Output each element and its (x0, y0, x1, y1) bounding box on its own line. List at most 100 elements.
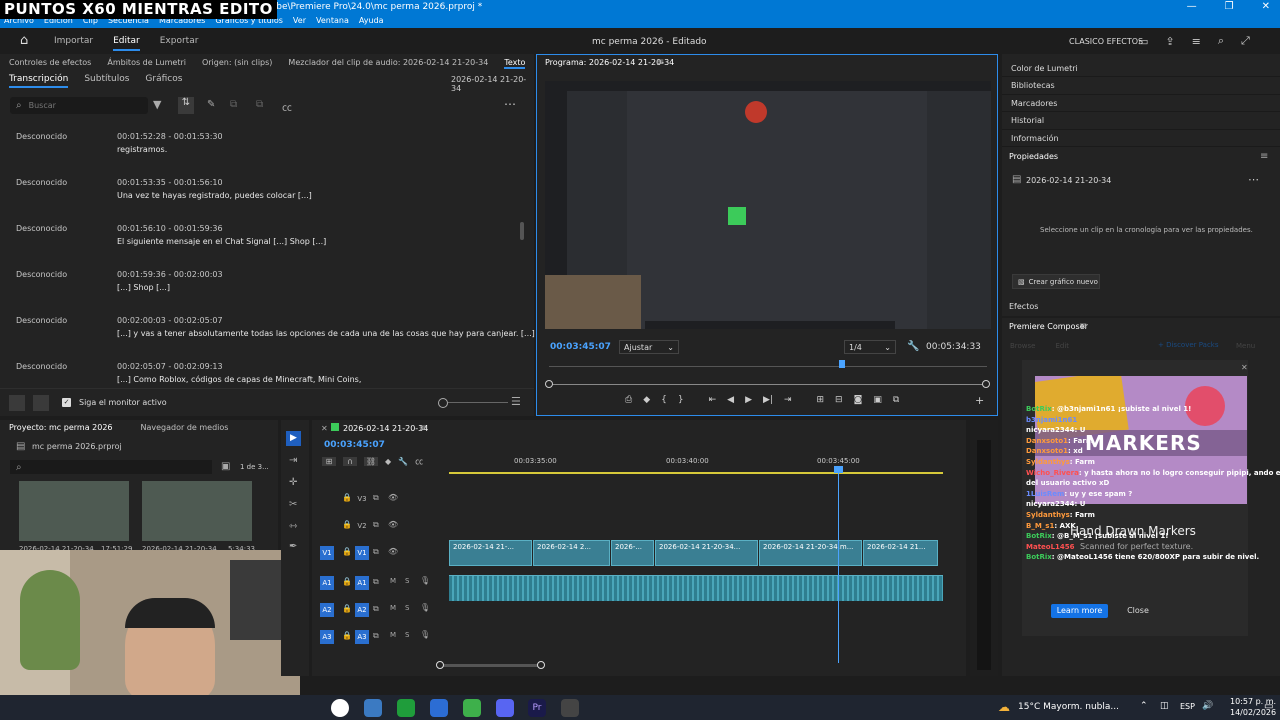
program-tab[interactable]: Programa: 2026-02-14 21-20-34 (545, 58, 674, 67)
eye-icon[interactable]: 👁 (388, 520, 398, 529)
pen-tool-icon[interactable]: ✒ (289, 541, 297, 552)
weather-icon[interactable]: ☁ (998, 700, 1010, 714)
promo-close-button[interactable]: Close (1123, 604, 1153, 618)
search-input[interactable]: ⌕ Buscar (10, 97, 148, 114)
track-header[interactable]: A3 🔒 A3 ⧉ M S 🎙 (320, 630, 440, 646)
zoom-slider-track[interactable] (448, 402, 508, 403)
segment-text[interactable]: [...] y vas a tener absolutamente todas … (117, 329, 535, 338)
step-forward-icon[interactable]: ▶| (763, 395, 773, 405)
program-timecode[interactable]: 00:03:45:07 (550, 342, 611, 352)
mute-icon[interactable]: M (390, 604, 396, 612)
track-header[interactable]: A2 🔒 A2 ⧉ M S 🎙 (320, 603, 440, 619)
solo-icon[interactable]: S (405, 604, 409, 612)
captions-icon[interactable]: ㏄ (282, 99, 292, 114)
segment-text[interactable]: [...] Shop [...] (117, 283, 170, 292)
eye-icon[interactable]: 👁 (388, 493, 398, 502)
selection-tool-icon[interactable]: ▶ (286, 431, 301, 446)
create-graphic-button[interactable]: ▧ Crear gráfico nuevo (1012, 274, 1100, 289)
ripple-tool-icon[interactable]: ✛ (289, 477, 297, 488)
video-clip[interactable]: 2026-02-14 21-... (449, 540, 532, 566)
segment-text[interactable]: [...] Como Roblox, códigos de capas de M… (117, 375, 361, 384)
eye-icon[interactable]: 👁 (388, 547, 398, 556)
menu-ver[interactable]: Ver (293, 16, 306, 25)
mic-icon[interactable]: 🎙 (420, 630, 430, 639)
tab-subtitles[interactable]: Subtítulos (84, 74, 129, 88)
follow-monitor-checkbox[interactable]: ✓ (62, 398, 71, 407)
razor-tool-icon[interactable]: ✂ (289, 499, 297, 510)
speaker-label[interactable]: Desconocido (16, 132, 67, 141)
speaker-label[interactable]: Desconocido (16, 224, 67, 233)
composer-menu-icon[interactable]: ≡ (1079, 321, 1087, 332)
tab-source[interactable]: Origen: (sin clips) (202, 58, 272, 69)
promo-close-icon[interactable]: ✕ (1241, 363, 1248, 372)
speaker-label[interactable]: Desconocido (16, 178, 67, 187)
track-name[interactable]: A3 (355, 630, 369, 644)
zoom-select[interactable]: Ajustar ⌄ (619, 340, 679, 354)
menu-ventana[interactable]: Ventana (316, 16, 349, 25)
pencil-icon[interactable]: ✎ (207, 99, 215, 110)
audio-clip-a1[interactable] (449, 575, 943, 601)
lock-icon[interactable]: 🔒 (342, 547, 352, 556)
composer-edit-tab[interactable]: Edit (1056, 342, 1070, 350)
solo-icon[interactable]: S (405, 631, 409, 639)
hscroll-left-handle[interactable] (436, 661, 444, 669)
track-name[interactable]: V1 (355, 546, 369, 560)
marker-icon[interactable]: ◆ (643, 395, 650, 405)
list-icon[interactable]: ≡ (1192, 35, 1201, 48)
language-indicator[interactable]: ESP (1180, 702, 1195, 711)
track-header[interactable]: V1 🔒 V1 ⧉ 👁 (320, 546, 440, 562)
playhead-handle[interactable] (834, 466, 843, 473)
lock-icon[interactable]: 🔒 (342, 493, 352, 502)
wrench-icon[interactable]: 🔧 (907, 341, 919, 352)
export-tab[interactable]: Exportar (160, 36, 199, 51)
volume-icon[interactable]: 🔊 (1202, 701, 1213, 711)
import-tab[interactable]: Importar (54, 36, 93, 51)
segment-text[interactable]: registramos. (117, 145, 167, 154)
mic-icon[interactable]: 🎙 (420, 576, 430, 585)
speaker-label[interactable]: Desconocido (16, 316, 67, 325)
sync-lock-icon[interactable]: ⧉ (373, 520, 379, 530)
project-thumb-2[interactable] (142, 481, 252, 541)
edit-tab[interactable]: Editar (113, 36, 140, 51)
more-options-icon[interactable]: ⋯ (504, 97, 516, 111)
source-patch[interactable]: A1 (320, 576, 334, 590)
obs-icon[interactable] (561, 699, 579, 717)
track-name[interactable]: A2 (355, 603, 369, 617)
xbox-icon[interactable] (397, 699, 415, 717)
fullscreen-icon[interactable]: ⤢ (1241, 34, 1250, 48)
lock-icon[interactable]: 🔒 (342, 577, 352, 586)
segment-text[interactable]: Una vez te hayas registrado, puedes colo… (117, 191, 312, 200)
mark-in-icon[interactable]: { (661, 395, 667, 405)
track-select-tool-icon[interactable]: ⇥ (289, 455, 297, 466)
go-to-out-icon[interactable]: ⇥ (784, 395, 792, 405)
overwrite-icon[interactable]: ⊟ (835, 395, 843, 405)
filter-icon[interactable]: ▼ (153, 98, 161, 111)
segment-text[interactable]: El siguiente mensaje en el Chat Signal [… (117, 237, 326, 246)
track-header[interactable]: A1 🔒 A1 ⧉ M S 🎙 (320, 576, 440, 592)
track-header[interactable]: 🔒 V3 ⧉ 👁 (320, 492, 440, 508)
video-clip[interactable]: 2026-02-14 2... (533, 540, 610, 566)
learn-more-button[interactable]: Learn more (1051, 604, 1108, 618)
zoom-slider-handle[interactable] (438, 398, 448, 408)
snap-icon[interactable]: ∩ (343, 457, 357, 466)
sequence-tab[interactable]: 2026-02-14 21-20-34 (343, 424, 428, 433)
lock-icon[interactable]: 🔒 (342, 520, 352, 529)
work-area-bar[interactable] (449, 472, 943, 474)
lock-icon[interactable]: 🔒 (342, 604, 352, 613)
panel-icon[interactable]: ▭ (1138, 35, 1148, 48)
solo-icon[interactable]: S (405, 577, 409, 585)
nest-icon[interactable]: ⊞ (322, 457, 336, 466)
sync-lock-icon[interactable]: ⧉ (373, 577, 379, 587)
properties-more-icon[interactable]: ⋯ (1248, 173, 1259, 186)
camera-icon[interactable]: ◙ (854, 395, 863, 405)
sync-lock-icon[interactable]: ⧉ (373, 547, 379, 557)
mic-icon[interactable]: 🎙 (420, 603, 430, 612)
slip-tool-icon[interactable]: ⇿ (289, 521, 297, 532)
chrome-icon[interactable] (331, 699, 349, 717)
play-icon[interactable]: ▶ (745, 395, 752, 405)
sync-lock-icon[interactable]: ⧉ (373, 493, 379, 503)
minecraft-icon[interactable] (463, 699, 481, 717)
mute-icon[interactable]: M (390, 631, 396, 639)
panel-history[interactable]: Historial (1002, 112, 1280, 130)
toggle-icon[interactable] (9, 395, 25, 411)
